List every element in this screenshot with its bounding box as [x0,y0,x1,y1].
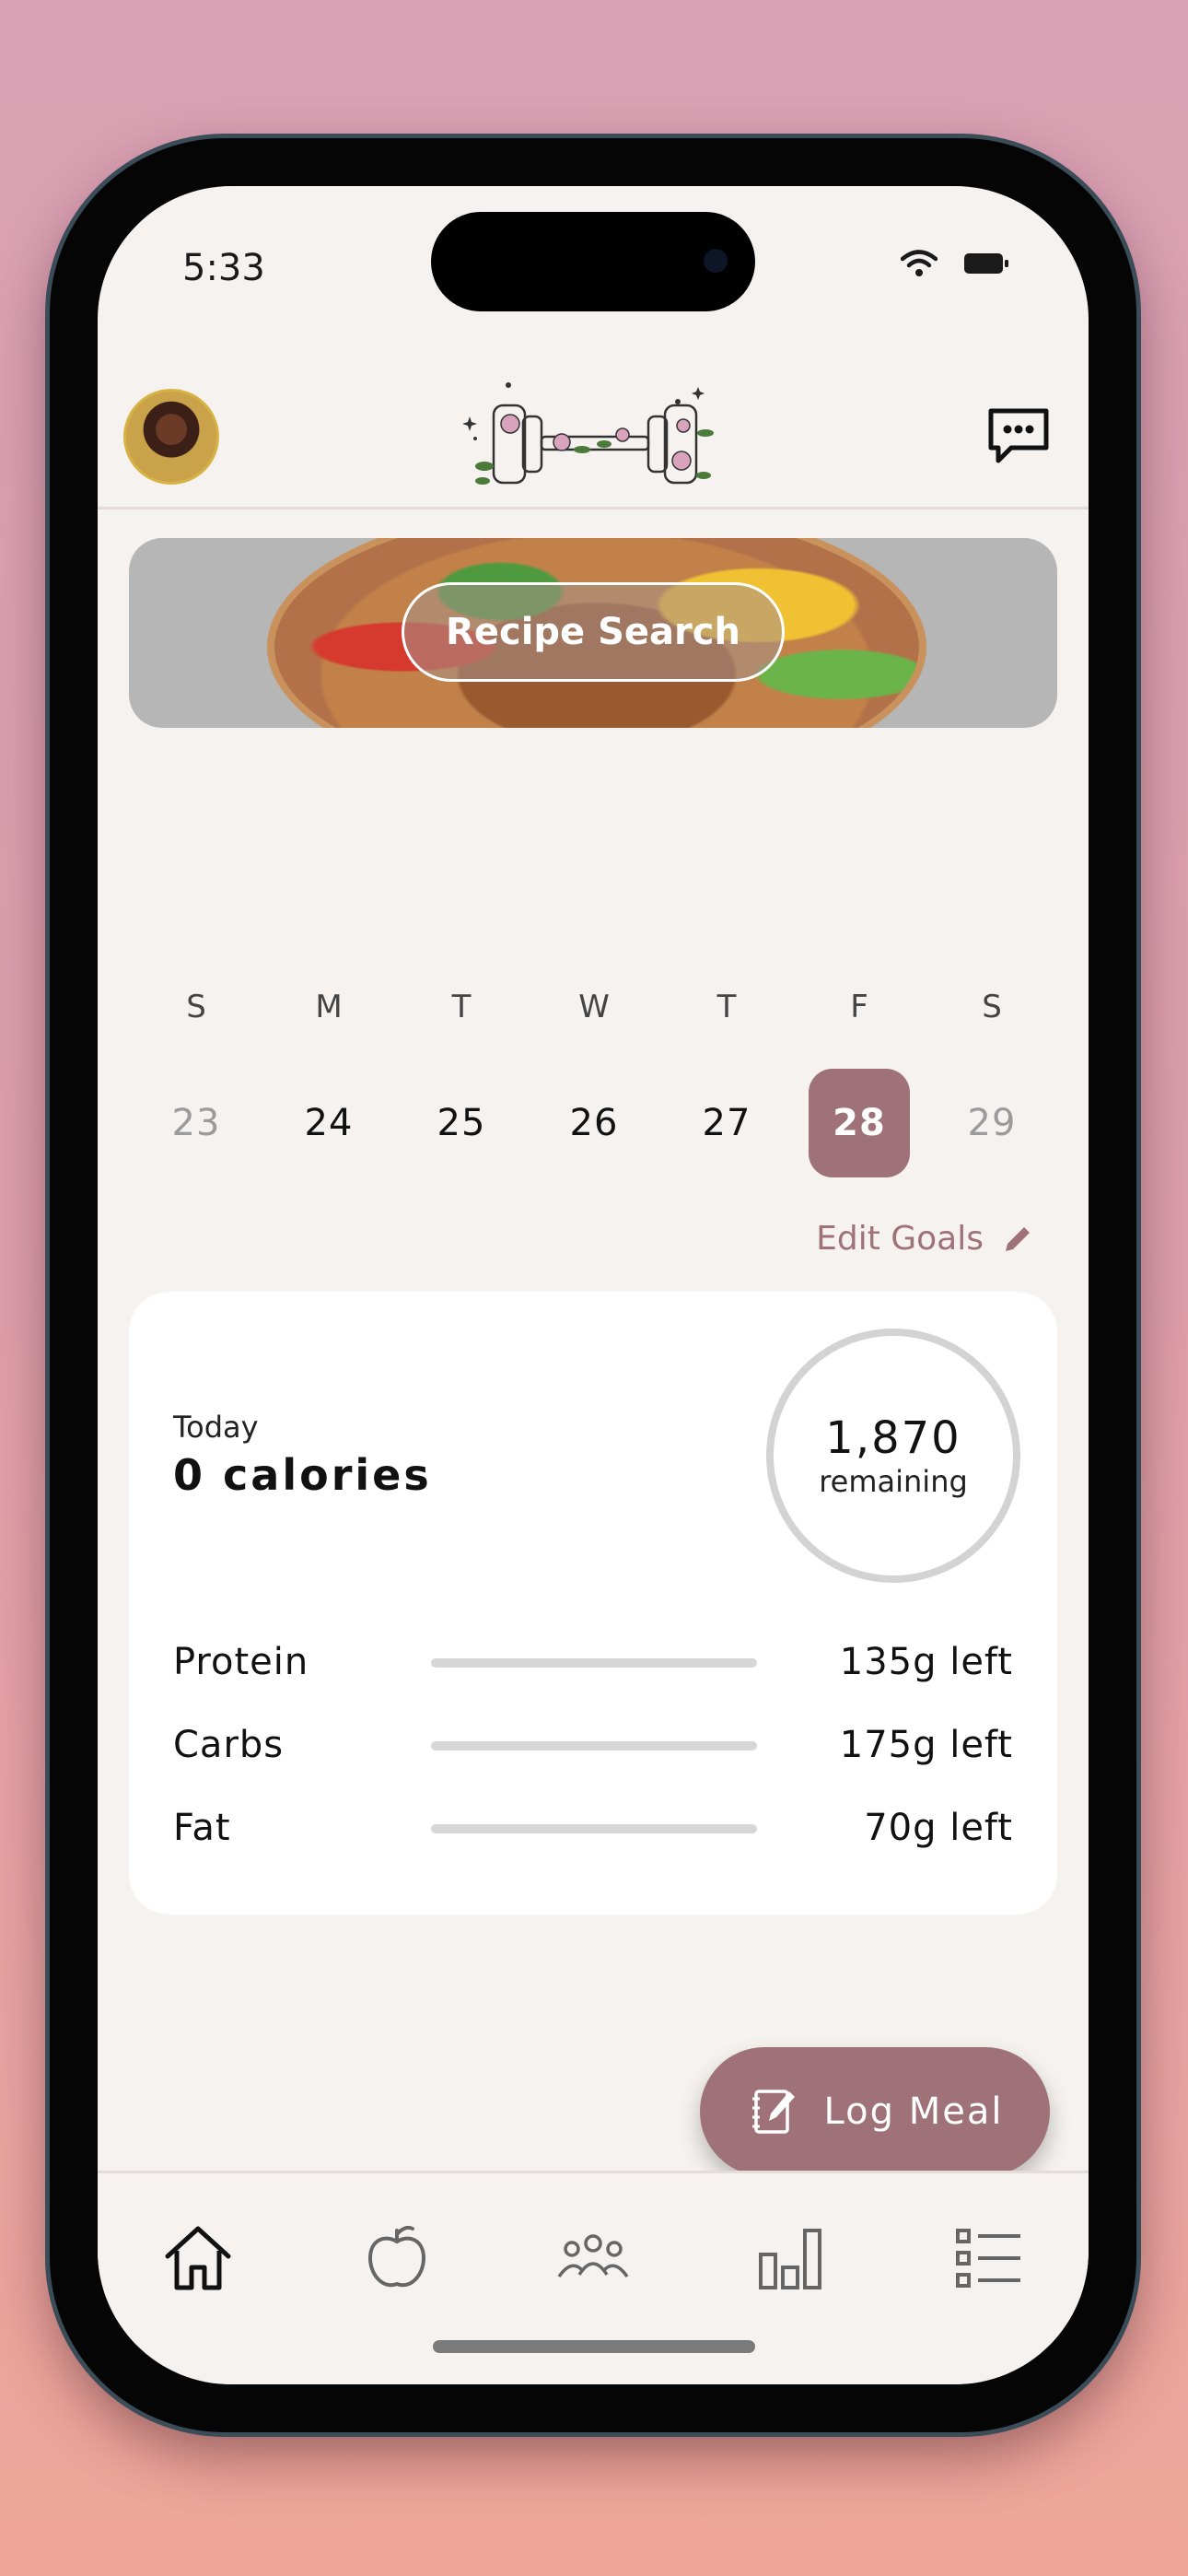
date-number[interactable]: 29 [941,1069,1042,1177]
day-column[interactable]: S 23 [146,986,247,1177]
macro-row-fat: Fat 70g left [173,1800,1013,1856]
date-number[interactable]: 25 [411,1069,512,1177]
macro-remaining: 135g left [839,1641,1013,1683]
stats-icon[interactable] [751,2218,831,2297]
macro-name: Protein [173,1641,309,1683]
day-of-week-label: M [315,989,343,1025]
macro-row-protein: Protein 135g left [173,1634,1013,1690]
macro-remaining: 175g left [839,1724,1013,1766]
day-of-week-label: W [578,989,610,1025]
macro-progress-track [431,1824,757,1833]
app-header [98,370,1089,509]
day-column[interactable]: T 25 [411,986,512,1177]
recipe-banner[interactable]: Recipe Search [129,538,1057,728]
macro-progress-track [431,1658,757,1668]
daily-summary-card: Today 0 calories 1,870 remaining Protein… [129,1292,1057,1914]
home-icon[interactable] [158,2218,238,2297]
edit-goals-label: Edit Goals [816,1220,984,1258]
notebook-pencil-icon [751,2090,795,2134]
day-column[interactable]: T 27 [676,986,777,1177]
day-of-week-label: F [850,989,868,1025]
date-number[interactable]: 27 [676,1069,777,1177]
recipe-search-button[interactable]: Recipe Search [402,582,785,682]
phone-frame: 5:33 Recipe Search S 23 M 24 T 25 W 26 T… [50,138,1136,2432]
today-label: Today [173,1410,259,1445]
day-of-week-label: T [716,989,737,1025]
battery-icon [964,253,1008,274]
day-column[interactable]: F 28 [809,986,910,1177]
pencil-icon [1006,1226,1030,1251]
macro-row-carbs: Carbs 175g left [173,1717,1013,1773]
status-time: 5:33 [182,247,265,289]
macro-progress-track [431,1741,757,1751]
date-number[interactable]: 23 [146,1069,247,1177]
dumbbell-logo-icon [462,382,714,485]
macro-remaining: 70g left [864,1807,1013,1849]
macro-name: Carbs [173,1724,285,1766]
home-indicator [433,2340,755,2353]
log-meal-label: Log Meal [823,2090,1004,2133]
edit-goals-button[interactable]: Edit Goals [816,1220,1033,1258]
chat-icon[interactable] [985,405,1052,466]
calories-remaining-ring: 1,870 remaining [766,1329,1020,1583]
day-of-week-label: S [186,989,206,1025]
remaining-value: 1,870 [825,1412,961,1464]
day-column[interactable]: M 24 [278,986,379,1177]
date-number[interactable]: 24 [278,1069,379,1177]
list-icon[interactable] [949,2218,1028,2297]
remaining-label: remaining [819,1464,968,1499]
selected-date[interactable]: 28 [809,1069,910,1177]
community-icon[interactable] [553,2218,633,2297]
day-column[interactable]: S 29 [941,986,1042,1177]
log-meal-button[interactable]: Log Meal [700,2047,1050,2176]
day-column[interactable]: W 26 [543,986,645,1177]
day-of-week-label: T [451,989,472,1025]
calories-consumed: 0 calories [173,1450,432,1500]
dynamic-island [431,212,755,311]
wifi-icon [901,250,938,276]
camera-icon [704,249,728,273]
day-of-week-label: S [982,989,1002,1025]
app-screen: 5:33 Recipe Search S 23 M 24 T 25 W 26 T… [98,186,1089,2384]
date-number[interactable]: 26 [543,1069,645,1177]
apple-icon[interactable] [357,2218,437,2297]
status-icons [901,249,1009,278]
macro-name: Fat [173,1807,231,1849]
avatar[interactable] [123,389,219,485]
